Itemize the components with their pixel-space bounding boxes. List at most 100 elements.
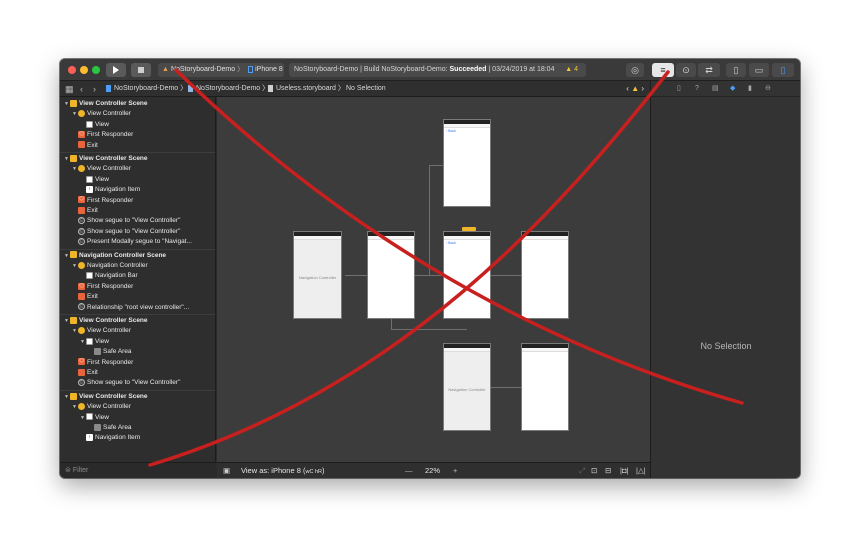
outline-item-navitem[interactable]: ‹ Navigation Item	[80, 433, 140, 443]
forward-button[interactable]: ›	[93, 81, 96, 97]
outline-item-scene[interactable]: ▼ View Controller Scene	[64, 99, 148, 109]
outline-item-exit[interactable]: Exit	[72, 368, 98, 378]
zoom-in-button[interactable]: +	[453, 463, 457, 478]
outline-item-vc[interactable]: ▼ Navigation Controller	[72, 261, 148, 271]
file-icon[interactable]: ▯	[677, 81, 681, 97]
issue-navigation[interactable]: ‹ ▲ ›	[626, 81, 644, 97]
close-window-button[interactable]	[68, 66, 76, 74]
embed-in-icon[interactable]: ⊡	[591, 463, 597, 478]
outline-item-segue[interactable]: © Show segue to "View Controller"	[72, 227, 180, 237]
view-icon	[86, 337, 93, 345]
outline-item-segue[interactable]: © Relationship "root view controller"...	[72, 303, 189, 313]
minimize-window-button[interactable]	[80, 66, 88, 74]
storyboard-canvas[interactable]: Navigation Controller ‹ Back ‹ Back Navi…	[217, 97, 650, 462]
warning-badge[interactable]: ▲ 4	[565, 63, 578, 77]
zoom-out-button[interactable]: —	[405, 463, 413, 478]
scene-label: Navigation Controller	[298, 275, 337, 280]
outline-item-label: Navigation Controller Scene	[79, 251, 167, 259]
toggle-outline-icon[interactable]: ▣	[223, 463, 230, 478]
safe-area-icon	[94, 347, 101, 355]
outline-item-view[interactable]: View	[80, 175, 109, 185]
resolve-issues-icon[interactable]: |△|	[636, 463, 646, 478]
view-controller-icon	[78, 402, 85, 410]
outline-item-exit[interactable]: Exit	[72, 141, 98, 151]
toggle-debug-button[interactable]: ▭	[749, 63, 769, 77]
outline-item-navitem[interactable]: ‹ Navigation Item	[80, 185, 140, 195]
scene-icon	[70, 392, 77, 400]
breadcrumb-group-label: NoStoryboard-Demo	[196, 85, 261, 92]
breadcrumb-selection[interactable]: No Selection	[346, 81, 386, 97]
view-controller-scene[interactable]	[521, 343, 569, 431]
outline-item-vc[interactable]: ▼ View Controller	[72, 402, 131, 412]
size-icon[interactable]: ▮	[748, 81, 752, 97]
outline-item-safe[interactable]: Safe Area	[88, 347, 132, 357]
toggle-inspector-button[interactable]: ▯	[772, 63, 794, 77]
breadcrumb-file[interactable]: Useless.storyboard 〉	[268, 81, 345, 97]
outline-item-vc[interactable]: ▼ View Controller	[72, 109, 131, 119]
inspector-pane: ▯ ? ▤ ◆ ▮ ⊖ No Selection	[650, 81, 800, 478]
inspector-panel-icon: ▯	[780, 65, 786, 75]
outline-item-view[interactable]: ▼ View	[80, 413, 109, 423]
outline-item-fr[interactable]: ⬡ First Responder	[72, 358, 133, 368]
related-items-icon[interactable]: ▦	[65, 81, 74, 97]
status-result: Succeeded	[449, 66, 487, 73]
view-controller-scene[interactable]	[521, 231, 569, 319]
disclosure-triangle-icon[interactable]: ▼	[72, 326, 78, 336]
pin-icon[interactable]: |◘|	[620, 463, 628, 478]
outline-item-vc[interactable]: ▼ View Controller	[72, 164, 131, 174]
filter-field[interactable]: ⊜ Filter	[60, 462, 216, 478]
first-responder-icon: ⬡	[78, 358, 85, 366]
outline-item-scene[interactable]: ▼ View Controller Scene	[64, 392, 148, 402]
outline-item-view[interactable]: ▼ View	[80, 337, 109, 347]
standard-editor-button[interactable]: ≡	[652, 63, 674, 77]
outline-item-view[interactable]: Navigation Bar	[80, 271, 138, 281]
connections-icon[interactable]: ⊖	[765, 81, 771, 97]
toggle-navigator-button[interactable]: ▯	[726, 63, 746, 77]
outline-item-fr[interactable]: ⬡ First Responder	[72, 130, 133, 140]
navigation-controller-scene[interactable]: Navigation Controller	[443, 343, 491, 431]
identity-icon[interactable]: ▤	[712, 81, 719, 97]
outline-item-vc[interactable]: ▼ View Controller	[72, 326, 131, 336]
outline-item-safe[interactable]: Safe Area	[88, 423, 132, 433]
view-controller-scene[interactable]: ‹ Back	[443, 227, 491, 319]
outline-item-scene[interactable]: ▼ View Controller Scene	[64, 316, 148, 326]
breadcrumb-group[interactable]: NoStoryboard-Demo 〉	[188, 81, 269, 97]
outline-item-fr[interactable]: ⬡ First Responder	[72, 196, 133, 206]
scene-icon	[70, 316, 77, 324]
update-frames-icon[interactable]: ⤢	[579, 463, 585, 478]
outline-item-label: Exit	[87, 369, 98, 376]
help-icon[interactable]: ?	[695, 81, 699, 97]
view-controller-icon	[78, 165, 85, 173]
attributes-icon[interactable]: ◆	[730, 81, 735, 97]
view-controller-scene[interactable]: ‹ Back	[443, 119, 491, 207]
outline-item-view[interactable]: View	[80, 120, 109, 130]
view-as-button[interactable]: View as: iPhone 8 (wC hR)	[241, 463, 325, 478]
breadcrumb-project[interactable]: NoStoryboard-Demo 〉	[106, 81, 187, 97]
disclosure-triangle-icon[interactable]: ▼	[72, 109, 78, 119]
outline-item-exit[interactable]: Exit	[72, 292, 98, 302]
outline-item-segue[interactable]: © Show segue to "View Controller"	[72, 216, 180, 226]
zoom-window-button[interactable]	[92, 66, 100, 74]
editor-lines-icon: ≡	[660, 65, 666, 75]
scheme-selector[interactable]: ▲ NoStoryboard-Demo 〉 iPhone 8	[158, 63, 284, 77]
outline-item-fr[interactable]: ⬡ First Responder	[72, 282, 133, 292]
outline-item-exit[interactable]: Exit	[72, 206, 98, 216]
first-responder-icon: ⬡	[78, 196, 85, 204]
align-icon[interactable]: ⊟	[605, 463, 611, 478]
canvas-bottom-bar: ▣ View as: iPhone 8 (wC hR) — 22% + ⤢ ⊡ …	[217, 462, 650, 478]
version-editor-button[interactable]: ⇄	[698, 63, 720, 77]
library-button[interactable]: ◎	[626, 63, 644, 77]
outline-item-scene[interactable]: ▼ View Controller Scene	[64, 154, 148, 164]
view-controller-scene[interactable]	[367, 231, 415, 319]
back-button[interactable]: ‹	[80, 81, 83, 97]
view-as-close: )	[322, 466, 325, 475]
library-icon: ◎	[631, 65, 639, 75]
outline-item-segue[interactable]: © Present Modally segue to "Navigat...	[72, 237, 192, 247]
stop-button[interactable]	[131, 63, 151, 77]
assistant-editor-button[interactable]: ⊙	[676, 63, 696, 77]
outline-item-segue[interactable]: © Show segue to "View Controller"	[72, 378, 180, 388]
disclosure-triangle-icon[interactable]: ▼	[72, 164, 78, 174]
navigation-controller-scene[interactable]: Navigation Controller	[293, 231, 342, 319]
outline-item-scene[interactable]: ▼ Navigation Controller Scene	[64, 251, 166, 261]
run-button[interactable]	[106, 63, 126, 77]
